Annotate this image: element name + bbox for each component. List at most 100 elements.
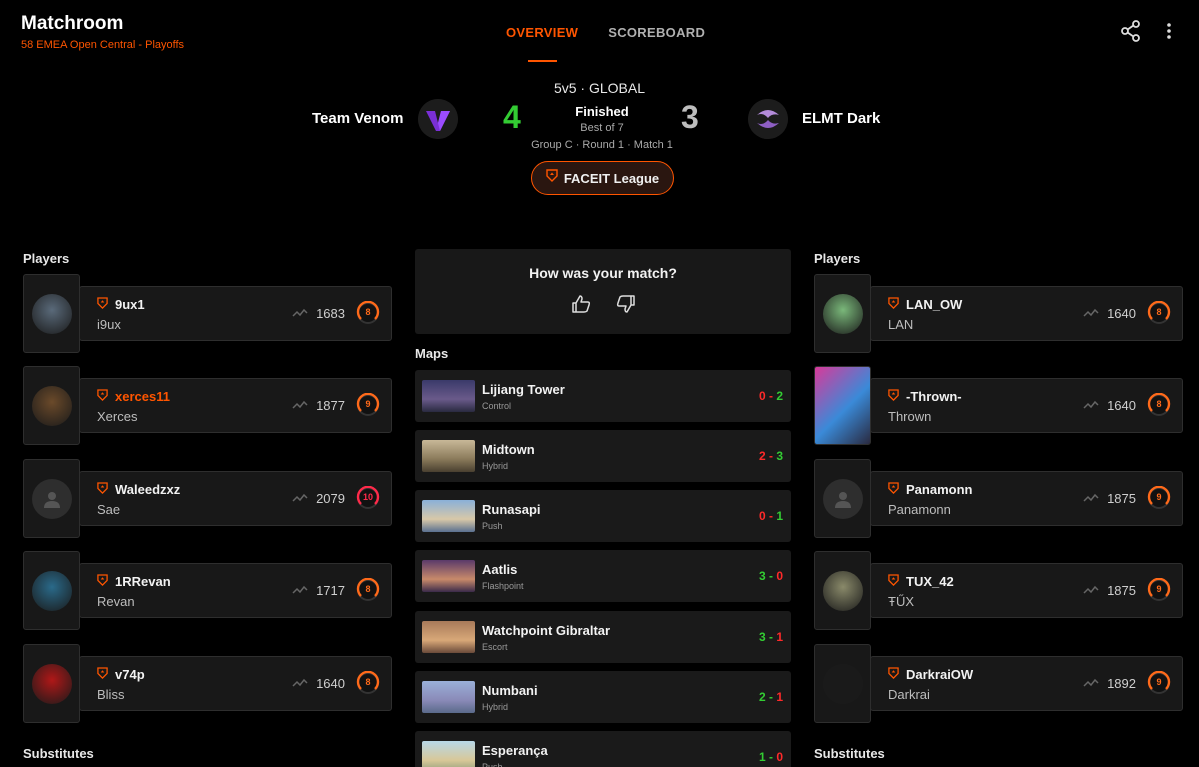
player-card[interactable]: v74p Bliss 1640 8 [79, 656, 392, 711]
player-name: Bliss [97, 687, 125, 702]
map-thumbnail [422, 621, 475, 653]
skill-level-badge: 8 [1147, 393, 1171, 417]
maps-title: Maps [415, 346, 449, 361]
avatar-frame[interactable] [23, 366, 80, 445]
player-row[interactable]: LAN_OW LAN 1640 8 [814, 274, 1183, 353]
player-card[interactable]: TUX_42 ŦŰX 1875 9 [870, 563, 1183, 618]
map-score-team2: 0 [776, 750, 783, 764]
team2-logo[interactable] [748, 99, 788, 139]
map-row[interactable]: Aatlis Flashpoint 3 - 0 [415, 550, 791, 602]
map-thumbnail [422, 741, 475, 767]
league-button[interactable]: FACEIT League [531, 161, 674, 195]
share-icon[interactable] [1121, 20, 1141, 47]
map-type: Escort [482, 642, 508, 652]
team2-name[interactable]: ELMT Dark [802, 110, 880, 127]
elo-trend-icon [1083, 676, 1099, 691]
map-score-team1: 0 [758, 389, 766, 403]
competition-subtitle[interactable]: 58 EMEA Open Central - Playoffs [21, 39, 184, 51]
avatar-frame[interactable] [814, 274, 871, 353]
player-nickname: xerces11 [97, 389, 170, 404]
player-name: Darkrai [888, 687, 930, 702]
player-nickname-text: -Thrown- [906, 389, 962, 404]
map-row[interactable]: Esperança Push 1 - 0 [415, 731, 791, 767]
player-row[interactable]: Panamonn Panamonn 1875 9 [814, 459, 1183, 538]
skill-level-value: 9 [365, 399, 371, 409]
player-row[interactable]: 9ux1 i9ux 1683 8 [23, 274, 392, 353]
player-row[interactable]: xerces11 Xerces 1877 9 [23, 366, 392, 445]
player-nickname: Waleedzxz [97, 482, 180, 497]
skill-level-value: 8 [365, 584, 371, 594]
avatar-frame[interactable] [23, 644, 80, 723]
player-card[interactable]: xerces11 Xerces 1877 9 [79, 378, 392, 433]
avatar-frame[interactable] [23, 274, 80, 353]
tab-overview[interactable]: OVERVIEW [506, 25, 578, 40]
player-elo-value: 1875 [1107, 491, 1136, 506]
map-score: 3 - 1 [759, 630, 783, 644]
skill-level-badge: 10 [356, 486, 380, 510]
elo-trend-icon [292, 676, 308, 691]
player-row[interactable]: 1RRevan Revan 1717 8 [23, 551, 392, 630]
player-nickname: 1RRevan [97, 574, 171, 589]
map-row[interactable]: Watchpoint Gibraltar Escort 3 - 1 [415, 611, 791, 663]
avatar-frame[interactable] [23, 459, 80, 538]
map-row[interactable]: Numbani Hybrid 2 - 1 [415, 671, 791, 723]
thumbs-down-icon[interactable] [616, 295, 636, 318]
player-row[interactable]: TUX_42 ŦŰX 1875 9 [814, 551, 1183, 630]
player-elo: 1892 [1083, 676, 1136, 691]
skill-level-value: 9 [1156, 584, 1162, 594]
avatar [822, 663, 863, 704]
elo-trend-icon [292, 306, 308, 321]
player-card[interactable]: LAN_OW LAN 1640 8 [870, 286, 1183, 341]
best-of: Best of 7 [580, 122, 624, 134]
map-row[interactable]: Runasapi Push 0 - 1 [415, 490, 791, 542]
map-score: 1 - 0 [759, 750, 783, 764]
avatar-frame[interactable] [814, 644, 871, 723]
faceit-shield-icon [97, 667, 108, 682]
player-nickname: -Thrown- [888, 389, 962, 404]
map-thumbnail [422, 440, 475, 472]
player-nickname: 9ux1 [97, 297, 145, 312]
player-row[interactable]: -Thrown- Thrown 1640 8 [814, 366, 1183, 445]
player-elo: 1640 [1083, 306, 1136, 321]
player-nickname-text: TUX_42 [906, 574, 954, 589]
player-elo-value: 1640 [1107, 398, 1136, 413]
skill-level-value: 9 [1156, 492, 1162, 502]
avatar-frame[interactable] [23, 551, 80, 630]
player-row[interactable]: v74p Bliss 1640 8 [23, 644, 392, 723]
player-elo: 1640 [1083, 398, 1136, 413]
player-row[interactable]: DarkraiOW Darkrai 1892 9 [814, 644, 1183, 723]
faceit-shield-icon [97, 389, 108, 404]
skill-level-value: 9 [1156, 677, 1162, 687]
avatar-frame[interactable] [814, 551, 871, 630]
map-type: Push [482, 762, 503, 767]
player-elo: 1683 [292, 306, 345, 321]
player-elo-value: 1640 [1107, 306, 1136, 321]
player-elo: 2079 [292, 491, 345, 506]
map-row[interactable]: Midtown Hybrid 2 - 3 [415, 430, 791, 482]
tab-scoreboard[interactable]: SCOREBOARD [608, 25, 705, 40]
map-row[interactable]: Lijiang Tower Control 0 - 2 [415, 370, 791, 422]
elo-trend-icon [1083, 583, 1099, 598]
player-card[interactable]: Waleedzxz Sae 2079 10 [79, 471, 392, 526]
map-type: Push [482, 521, 503, 531]
avatar [822, 293, 863, 334]
match-status: Finished [575, 104, 629, 119]
player-card[interactable]: 1RRevan Revan 1717 8 [79, 563, 392, 618]
player-elo: 1875 [1083, 491, 1136, 506]
avatar-frame[interactable] [814, 366, 871, 445]
map-name: Esperança [482, 743, 548, 758]
player-name: Revan [97, 594, 135, 609]
player-card[interactable]: DarkraiOW Darkrai 1892 9 [870, 656, 1183, 711]
player-card[interactable]: Panamonn Panamonn 1875 9 [870, 471, 1183, 526]
map-score-team1: 0 [758, 509, 766, 523]
player-card[interactable]: -Thrown- Thrown 1640 8 [870, 378, 1183, 433]
player-card[interactable]: 9ux1 i9ux 1683 8 [79, 286, 392, 341]
avatar-frame[interactable] [814, 459, 871, 538]
player-nickname-text: LAN_OW [906, 297, 963, 312]
more-vertical-icon[interactable] [1164, 22, 1174, 45]
thumbs-up-icon[interactable] [571, 295, 591, 318]
map-score-separator: - [765, 569, 777, 583]
map-score-team2: 0 [776, 569, 783, 583]
player-row[interactable]: Waleedzxz Sae 2079 10 [23, 459, 392, 538]
skill-level-badge: 9 [1147, 578, 1171, 602]
